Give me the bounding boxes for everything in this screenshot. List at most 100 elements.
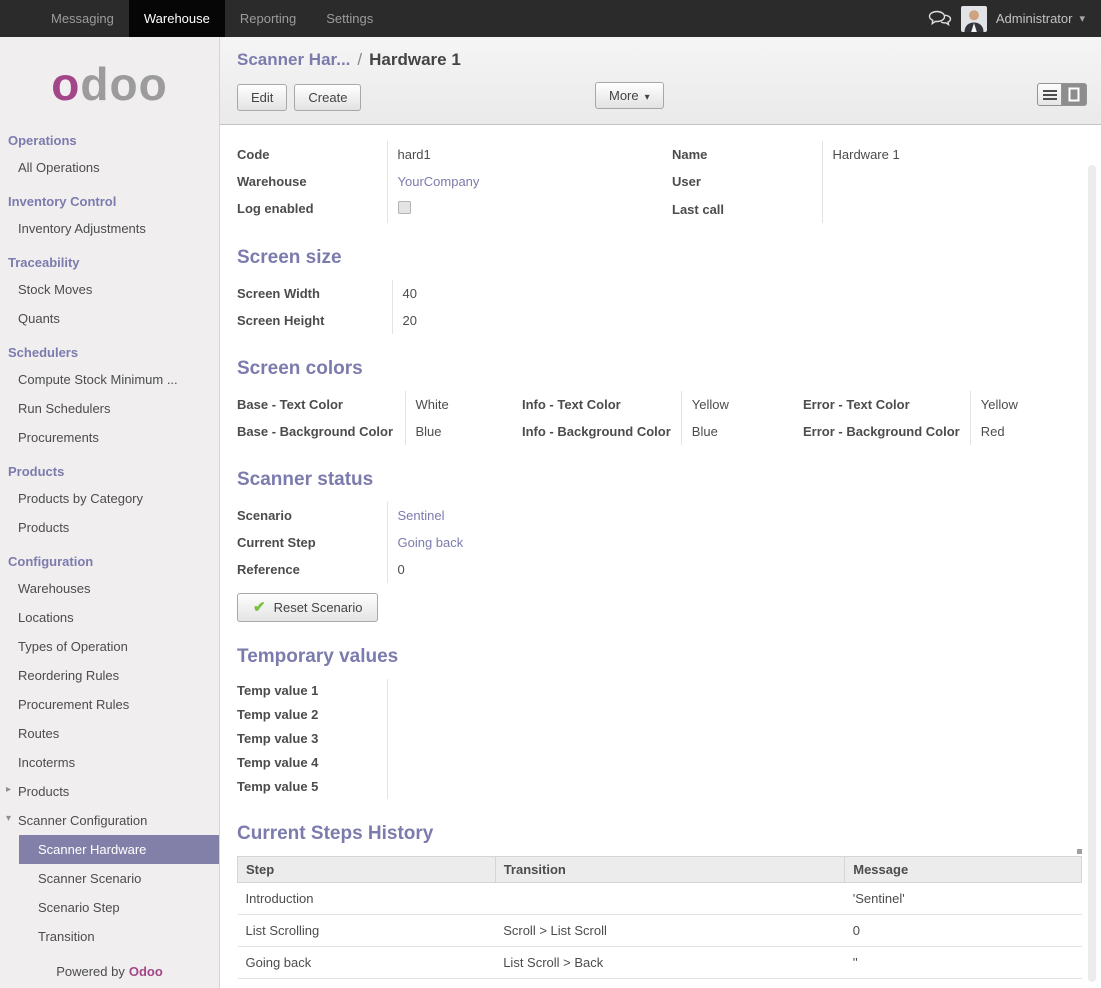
view-switcher bbox=[1037, 83, 1087, 106]
powered-by-label: Powered by bbox=[56, 964, 125, 979]
sidebar-item-transition[interactable]: Transition bbox=[0, 922, 219, 951]
field-value-error-background-color: Red bbox=[970, 418, 1018, 445]
user-name: Administrator bbox=[996, 11, 1073, 26]
chevron-right-icon[interactable]: ▸ bbox=[6, 784, 16, 795]
breadcrumb-parent-link[interactable]: Scanner Har... bbox=[237, 50, 350, 69]
screen-size-group: Screen Width 40 Screen Height 20 bbox=[237, 280, 417, 334]
sidebar-item-products[interactable]: Products bbox=[0, 513, 219, 542]
base-colors: Base - Text Color White Base - Backgroun… bbox=[237, 391, 522, 445]
menu-warehouse[interactable]: Warehouse bbox=[129, 0, 225, 37]
sidebar-item-inventory-adjustments[interactable]: Inventory Adjustments bbox=[0, 214, 219, 243]
field-value-last-call bbox=[822, 196, 1083, 223]
cell-step: List Scrolling bbox=[238, 915, 496, 947]
field-value-base-background-color: Blue bbox=[405, 418, 522, 445]
field-label-temp-value-5: Temp value 5 bbox=[237, 775, 387, 799]
edit-button[interactable]: Edit bbox=[237, 84, 287, 111]
field-value-current-step-link[interactable]: Going back bbox=[398, 535, 464, 550]
field-label-log-enabled: Log enabled bbox=[237, 195, 387, 223]
section-title-scanner-status: Scanner status bbox=[237, 469, 1083, 491]
field-row: Current Step Going back bbox=[237, 529, 463, 556]
table-row[interactable]: Introduction 'Sentinel' bbox=[238, 883, 1082, 915]
temporary-values-group: Temp value 1 Temp value 2 Temp value 3 T… bbox=[237, 679, 507, 799]
table-scroll-corner bbox=[1077, 849, 1082, 854]
log-enabled-checkbox[interactable] bbox=[398, 201, 411, 214]
field-label-temp-value-4: Temp value 4 bbox=[237, 751, 387, 775]
field-row: Log enabled bbox=[237, 195, 672, 223]
info-colors: Info - Text Color Yellow Info - Backgrou… bbox=[522, 391, 803, 445]
list-view-button[interactable] bbox=[1037, 83, 1062, 106]
section-products: Products bbox=[0, 452, 219, 484]
field-label-last-call: Last call bbox=[672, 196, 822, 223]
sidebar-item-reordering-rules[interactable]: Reordering Rules bbox=[0, 661, 219, 690]
vertical-scrollbar[interactable] bbox=[1088, 165, 1096, 982]
field-value-screen-width: 40 bbox=[392, 280, 417, 307]
column-header-transition[interactable]: Transition bbox=[495, 857, 845, 883]
field-value-scenario-link[interactable]: Sentinel bbox=[398, 508, 445, 523]
cell-message: 'Sentinel' bbox=[845, 883, 1082, 915]
reset-scenario-button[interactable]: ✔ Reset Scenario bbox=[237, 593, 378, 622]
menu-reporting[interactable]: Reporting bbox=[225, 0, 311, 37]
column-header-step[interactable]: Step bbox=[238, 857, 496, 883]
sidebar-item-scanner-scenario[interactable]: Scanner Scenario bbox=[0, 864, 219, 893]
sidebar-item-products-folder[interactable]: ▸Products bbox=[0, 777, 219, 806]
field-row: Scenario Sentinel bbox=[237, 502, 463, 529]
topbar-right: Administrator bbox=[928, 0, 1101, 37]
field-value-screen-height: 20 bbox=[392, 307, 417, 334]
field-label-current-step: Current Step bbox=[237, 529, 387, 556]
field-label-scenario: Scenario bbox=[237, 502, 387, 529]
sidebar-item-quants[interactable]: Quants bbox=[0, 304, 219, 333]
user-menu-button[interactable]: Administrator bbox=[996, 11, 1085, 26]
field-value-warehouse-link[interactable]: YourCompany bbox=[398, 174, 480, 189]
form-icon bbox=[1068, 87, 1080, 102]
field-label-screen-height: Screen Height bbox=[237, 307, 392, 334]
sidebar-item-products-by-category[interactable]: Products by Category bbox=[0, 484, 219, 513]
cell-transition: List Scroll > Back bbox=[495, 947, 845, 979]
sidebar-item-all-operations[interactable]: All Operations bbox=[0, 153, 219, 182]
sidebar-item-run-schedulers[interactable]: Run Schedulers bbox=[0, 394, 219, 423]
reset-scenario-label: Reset Scenario bbox=[274, 600, 363, 615]
field-row: Screen Height 20 bbox=[237, 307, 417, 334]
messaging-bubbles-icon[interactable] bbox=[928, 10, 952, 27]
sidebar: odoo Operations All Operations Inventory… bbox=[0, 37, 220, 988]
chevron-down-icon[interactable]: ▾ bbox=[6, 813, 16, 824]
user-avatar[interactable] bbox=[961, 6, 987, 32]
sidebar-item-types-of-operation[interactable]: Types of Operation bbox=[0, 632, 219, 661]
field-label-code: Code bbox=[237, 141, 387, 168]
form-view-button[interactable] bbox=[1062, 83, 1087, 106]
odoo-brand-link[interactable]: Odoo bbox=[129, 964, 163, 979]
menu-messaging[interactable]: Messaging bbox=[36, 0, 129, 37]
field-value-info-text-color: Yellow bbox=[681, 391, 803, 418]
field-label-temp-value-2: Temp value 2 bbox=[237, 703, 387, 727]
sidebar-item-procurements[interactable]: Procurements bbox=[0, 423, 219, 452]
sidebar-item-routes[interactable]: Routes bbox=[0, 719, 219, 748]
field-row: Code hard1 bbox=[237, 141, 672, 168]
field-row: Temp value 4 bbox=[237, 751, 507, 775]
section-title-screen-colors: Screen colors bbox=[237, 358, 1083, 380]
sidebar-item-incoterms[interactable]: Incoterms bbox=[0, 748, 219, 777]
section-schedulers: Schedulers bbox=[0, 333, 219, 365]
section-traceability: Traceability bbox=[0, 243, 219, 275]
section-operations: Operations bbox=[0, 121, 219, 153]
sidebar-item-compute-stock-minimum[interactable]: Compute Stock Minimum ... bbox=[0, 365, 219, 394]
sidebar-item-stock-moves[interactable]: Stock Moves bbox=[0, 275, 219, 304]
odoo-logo-text: doo bbox=[80, 58, 167, 110]
sidebar-item-scanner-hardware[interactable]: Scanner Hardware bbox=[19, 835, 219, 864]
cell-transition: Scroll > List Scroll bbox=[495, 915, 845, 947]
create-button[interactable]: Create bbox=[294, 84, 361, 111]
table-row[interactable]: Going back List Scroll > Back '' bbox=[238, 947, 1082, 979]
sidebar-item-locations[interactable]: Locations bbox=[0, 603, 219, 632]
scanner-status-group: Scenario Sentinel Current Step Going bac… bbox=[237, 502, 463, 583]
sidebar-item-scenario-custom-values[interactable]: Scenario Custom Values bbox=[0, 951, 219, 954]
column-header-message[interactable]: Message bbox=[845, 857, 1082, 883]
sidebar-item-scenario-step[interactable]: Scenario Step bbox=[0, 893, 219, 922]
section-title-temporary-values: Temporary values bbox=[237, 646, 1083, 668]
field-value-info-background-color: Blue bbox=[681, 418, 803, 445]
sidebar-nav: Operations All Operations Inventory Cont… bbox=[0, 121, 219, 954]
sidebar-item-warehouses[interactable]: Warehouses bbox=[0, 574, 219, 603]
field-value-reference: 0 bbox=[387, 556, 463, 583]
sidebar-item-procurement-rules[interactable]: Procurement Rules bbox=[0, 690, 219, 719]
menu-settings[interactable]: Settings bbox=[311, 0, 388, 37]
more-dropdown-button[interactable]: More bbox=[595, 82, 664, 109]
table-row[interactable]: List Scrolling Scroll > List Scroll 0 bbox=[238, 915, 1082, 947]
sidebar-item-scanner-configuration[interactable]: ▾Scanner Configuration bbox=[0, 806, 219, 835]
